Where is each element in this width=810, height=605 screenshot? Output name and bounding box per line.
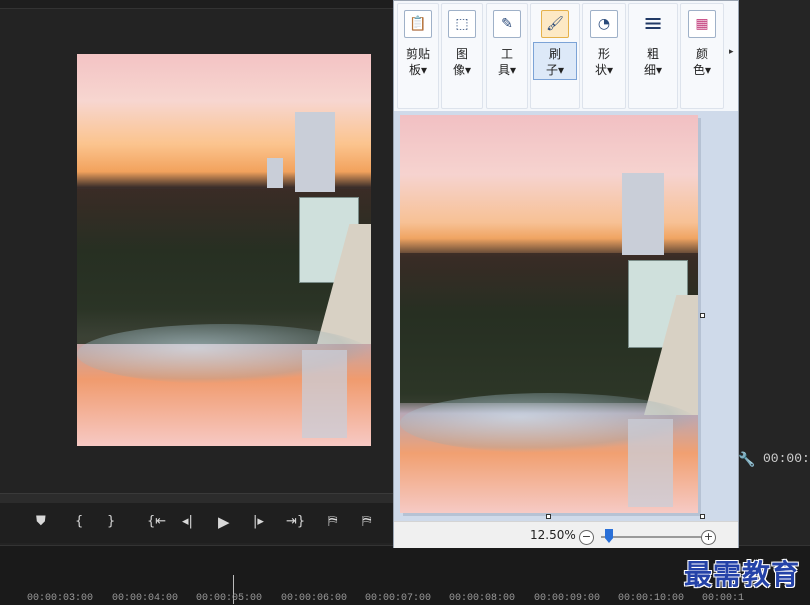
group-label: 工 xyxy=(500,47,513,61)
step-back-icon[interactable]: ◂| xyxy=(182,513,193,531)
playback-controls: ⛊ { } {⇤ ◂| ▶ |▸ ⇥} ⛿ ⛿ xyxy=(0,503,393,543)
resize-handle-right[interactable] xyxy=(700,313,705,318)
go-to-in-icon[interactable]: {⇤ xyxy=(147,513,166,531)
group-label-2: 状▾ xyxy=(594,63,614,77)
editor-top-bar xyxy=(0,0,393,9)
timeline-tick: 00:00:03:00 xyxy=(27,593,94,604)
preview-building xyxy=(295,112,335,192)
group-label: 剪贴 xyxy=(405,47,430,61)
timeline-tick: 00:00:08:00 xyxy=(449,593,516,604)
lift-icon[interactable]: ⛿ xyxy=(328,513,337,531)
canvas-building-reflection xyxy=(628,419,673,507)
timeline-tick: 00:00:10:00 xyxy=(618,593,685,604)
shapes-icon: ◔ xyxy=(590,10,618,38)
line-thickness-icon: ≡ xyxy=(642,9,664,37)
mark-in-icon[interactable]: { xyxy=(75,513,83,531)
tools-icon: ✎ xyxy=(493,10,521,38)
shapes-group[interactable]: ◔ 形状▾ xyxy=(582,3,626,109)
timeline-tick: 00:00:05:00 xyxy=(196,593,263,604)
mark-out-icon[interactable]: } xyxy=(107,513,115,531)
group-label: 形 xyxy=(597,47,610,61)
image-select-icon: ⬚ xyxy=(448,10,476,38)
size-group[interactable]: ≡ 粗细▾ xyxy=(628,3,678,109)
extract-icon[interactable]: ⛿ xyxy=(362,513,371,531)
zoom-level: 12.50% xyxy=(530,528,576,542)
clipboard-icon: 📋 xyxy=(404,10,432,38)
ribbon-scroll-right-icon[interactable]: ▸ xyxy=(729,47,734,57)
timeline-tick: 00:00:09:00 xyxy=(534,593,601,604)
step-forward-icon[interactable]: |▸ xyxy=(253,513,264,531)
group-label: 颜 xyxy=(695,47,708,61)
colors-group[interactable]: ▦ 颜色▾ xyxy=(680,3,724,109)
zoom-in-button[interactable]: + xyxy=(701,530,716,545)
resize-handle-bottom[interactable] xyxy=(546,514,551,519)
canvas-building xyxy=(622,173,664,255)
image-group[interactable]: ⬚ 图像▾ xyxy=(441,3,483,109)
group-label: 粗 xyxy=(646,47,659,61)
video-preview xyxy=(77,54,371,446)
tools-group[interactable]: ✎ 工具▾ xyxy=(486,3,528,109)
play-icon[interactable]: ▶ xyxy=(218,513,230,531)
brushes-group[interactable]: 🖌 刷子▾ xyxy=(530,3,580,109)
color-palette-icon: ▦ xyxy=(688,10,716,38)
paint-window: 📋 剪贴板▾ ⬚ 图像▾ ✎ 工具▾ 🖌 刷子▾ ◔ 形状▾ ≡ 粗细▾ ▦ 颜… xyxy=(393,0,739,548)
timeline-tick: 00:00:06:00 xyxy=(281,593,348,604)
group-label-2: 具▾ xyxy=(497,63,517,77)
group-label-2: 像▾ xyxy=(452,63,472,77)
group-label: 图 xyxy=(455,47,468,61)
timeline-tick: 00:00:07:00 xyxy=(365,593,432,604)
program-timecode: 00:00:0 xyxy=(763,451,810,466)
marker-icon[interactable]: ⛊ xyxy=(36,513,46,531)
watermark: 最需教育 xyxy=(684,558,801,591)
paint-ribbon: 📋 剪贴板▾ ⬚ 图像▾ ✎ 工具▾ 🖌 刷子▾ ◔ 形状▾ ≡ 粗细▾ ▦ 颜… xyxy=(394,1,738,112)
group-label-2: 子▾ xyxy=(545,63,565,77)
wrench-icon[interactable]: 🔧 xyxy=(738,452,755,468)
clipboard-group[interactable]: 📋 剪贴板▾ xyxy=(397,3,439,109)
timeline-tick: 00:00:04:00 xyxy=(112,593,179,604)
preview-building-reflection xyxy=(302,350,347,438)
brush-icon: 🖌 xyxy=(541,10,569,38)
preview-building-small xyxy=(267,158,283,188)
group-label-2: 色▾ xyxy=(692,63,712,77)
paint-canvas-image[interactable] xyxy=(400,115,698,513)
go-to-out-icon[interactable]: ⇥} xyxy=(286,513,305,531)
group-label-2: 板▾ xyxy=(408,63,428,77)
zoom-out-button[interactable]: − xyxy=(579,530,594,545)
group-label: 刷 xyxy=(548,47,561,61)
canvas-area xyxy=(394,111,738,521)
zoom-slider[interactable] xyxy=(601,536,701,538)
resize-handle-corner[interactable] xyxy=(700,514,705,519)
timeline-tick: 00:00:1 xyxy=(702,593,745,604)
group-label-2: 细▾ xyxy=(643,63,663,77)
